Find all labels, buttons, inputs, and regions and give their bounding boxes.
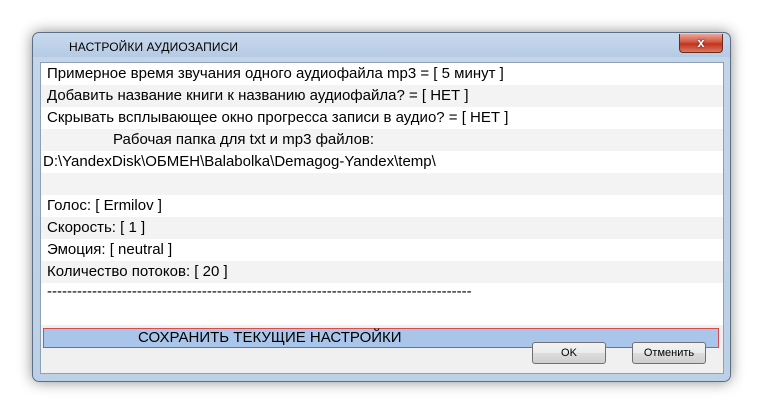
list-item-separator[interactable]: ----------------------------------------… (41, 283, 723, 305)
list-item-hide-progress[interactable]: Скрывать всплывающее окно прогресса запи… (41, 107, 723, 129)
window-title: НАСТРОЙКИ АУДИОЗАПИСИ (69, 40, 239, 54)
dialog-body: Примерное время звучания одного аудиофай… (40, 62, 724, 374)
save-settings-item[interactable]: СОХРАНИТЬ ТЕКУЩИЕ НАСТРОЙКИ (43, 328, 719, 348)
list-item-audio-duration[interactable]: Примерное время звучания одного аудиофай… (41, 63, 723, 85)
list-item-voice[interactable]: Голос: [ Ermilov ] (41, 195, 723, 217)
list-item-empty[interactable] (41, 173, 723, 195)
close-button[interactable]: x (679, 34, 723, 53)
list-item-speed[interactable]: Скорость: [ 1 ] (41, 217, 723, 239)
settings-dialog: НАСТРОЙКИ АУДИОЗАПИСИ x Примерное время … (32, 32, 731, 382)
list-item-work-folder-path[interactable]: D:\YandexDisk\ОБМЕН\Balabolka\Demagog-Ya… (41, 151, 723, 173)
close-icon: x (697, 35, 705, 50)
cancel-button[interactable]: Отменить (632, 342, 706, 364)
list-item-work-folder-label[interactable]: Рабочая папка для txt и mp3 файлов: (41, 129, 723, 151)
settings-listbox[interactable]: Примерное время звучания одного аудиофай… (41, 63, 723, 325)
list-item-add-book-name[interactable]: Добавить название книги к названию аудио… (41, 85, 723, 107)
list-item-thread-count[interactable]: Количество потоков: [ 20 ] (41, 261, 723, 283)
list-item-emotion[interactable]: Эмоция: [ neutral ] (41, 239, 723, 261)
list-spacer (41, 305, 723, 325)
ok-button[interactable]: OK (532, 342, 606, 364)
